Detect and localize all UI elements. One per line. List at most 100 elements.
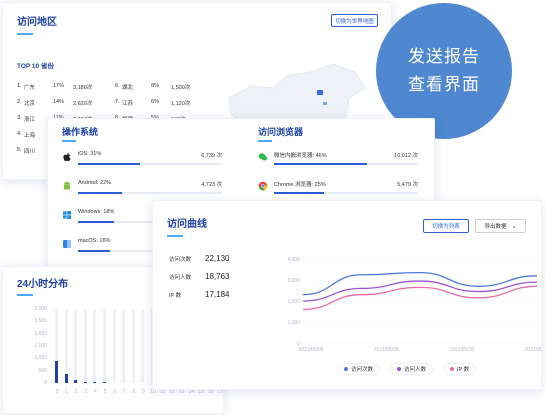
stat-value: 22,130 xyxy=(205,254,230,263)
stat-percent: 22% xyxy=(100,180,112,186)
province-rank: 5. xyxy=(17,147,22,153)
export-data-button[interactable]: 导出数据 ⌄ xyxy=(475,219,526,233)
province-percent: 6% xyxy=(151,99,159,105)
stat-bar-track xyxy=(78,192,222,194)
stat-label: macOS: 16% xyxy=(78,238,111,244)
stat-bar-fill xyxy=(78,221,114,223)
hour-column[interactable] xyxy=(93,309,97,383)
legend-item[interactable]: IP 数 xyxy=(443,363,477,375)
province-name: 四川 xyxy=(24,149,36,155)
hour-column[interactable] xyxy=(83,309,87,383)
stat-name: Andriod xyxy=(78,180,97,186)
province-row: 7. 江苏 6% 1,120次 xyxy=(115,99,205,109)
hour-column[interactable] xyxy=(141,309,145,383)
hour-bar xyxy=(83,381,87,383)
stat-bar-fill xyxy=(274,163,367,165)
stat-count: 4,723 次 xyxy=(201,182,222,188)
province-name: 上海 xyxy=(24,133,36,139)
stat-row[interactable]: 微信内嵌浏览器: 46% 10,012 次 xyxy=(258,149,418,169)
y-tick-label: 2,500 xyxy=(34,318,47,325)
legend-item[interactable]: 访问人数 xyxy=(390,363,434,375)
stat-label: 访问人数 xyxy=(169,275,192,281)
stat-percent: 25% xyxy=(314,182,326,188)
province-name: 江苏 xyxy=(122,101,134,107)
x-tick-label: 0 xyxy=(55,389,59,395)
hourly-title-underline xyxy=(17,294,33,296)
stat-label: 访问次数 xyxy=(169,257,192,263)
world-map-button[interactable]: 切换为世界地图 xyxy=(331,14,378,27)
stat-label: iOS: 31% xyxy=(78,151,102,157)
chevron-down-icon: ⌄ xyxy=(511,223,517,230)
highlight-region xyxy=(323,102,327,105)
windows-icon xyxy=(62,207,72,219)
x-tick-label: 2021/05/12 xyxy=(524,347,541,353)
os-title-underline xyxy=(62,140,76,142)
chrome-icon xyxy=(258,178,268,191)
hour-column[interactable] xyxy=(55,309,58,383)
hour-bar xyxy=(55,360,58,383)
hour-column[interactable] xyxy=(131,309,135,383)
x-tick-label: 4 xyxy=(94,389,97,395)
province-percent: 14% xyxy=(53,99,65,105)
y-tick-label: 500 xyxy=(38,367,47,374)
browser-title: 访问浏览器 xyxy=(258,127,304,137)
x-tick-label: 8 xyxy=(132,389,136,395)
curve-legend: 访问次数 访问人数 IP 数 xyxy=(337,363,477,375)
os-title: 操作系统 xyxy=(62,127,99,137)
province-count: 3,180次 xyxy=(73,85,93,91)
browser-title-underline xyxy=(258,140,272,142)
province-rank: 1. xyxy=(17,83,22,89)
province-name: 浙江 xyxy=(24,117,36,123)
stat-label: IP 数 xyxy=(169,293,182,299)
highlight-region xyxy=(317,90,323,95)
hour-column[interactable] xyxy=(103,309,106,383)
curve-title: 访问曲线 xyxy=(167,219,207,230)
province-percent: 17% xyxy=(53,83,65,89)
stat-bar-track xyxy=(274,163,418,165)
switch-to-list-button[interactable]: 切换为列表 xyxy=(423,219,469,233)
stat-percent: 46% xyxy=(315,153,327,159)
y-tick-label: 3,000 xyxy=(287,278,300,284)
y-tick-label: 2,000 xyxy=(287,299,300,305)
stat-count: 6,739 次 xyxy=(201,153,222,159)
stat-count: 5,479 次 xyxy=(397,182,418,188)
stat-row[interactable]: Andriod: 22% 4,723 次 xyxy=(62,178,222,198)
province-name: 湖北 xyxy=(122,85,134,91)
province-name: 广东 xyxy=(24,85,36,91)
top-provinces-label: TOP 10 省份 xyxy=(17,63,54,70)
apple-icon xyxy=(62,149,72,162)
province-row: 6. 湖北 8% 1,500次 xyxy=(115,83,205,93)
region-title-underline xyxy=(17,33,33,35)
stat-percent: 18% xyxy=(103,209,115,215)
legend-dot-icon xyxy=(450,367,455,371)
stat-row[interactable]: iOS: 31% 6,739 次 xyxy=(62,149,222,169)
curve-chart: 4,0003,0002,0001,00002021/05/06 2021/05/0… xyxy=(287,257,541,353)
stat-name: iOS xyxy=(78,151,88,157)
province-count: 1,120次 xyxy=(171,101,191,107)
x-tick-label: 2 xyxy=(74,389,78,395)
province-rank: 2. xyxy=(17,99,22,105)
stat-row[interactable]: Chrome 浏览器: 25% 5,479 次 xyxy=(258,178,418,198)
curve-card: 访问曲线 切换为列表 导出数据 ⌄ 访问次数 22,130 访问人数 18,763 IP… xyxy=(152,200,542,390)
stat-value: 18,763 xyxy=(205,272,230,281)
y-tick-label: 1,000 xyxy=(287,320,300,326)
x-tick-label: 2021/05/10 xyxy=(449,347,474,353)
stat-name: Chrome 浏览器 xyxy=(274,182,312,188)
hour-column[interactable] xyxy=(64,309,68,383)
stat-label: 微信内嵌浏览器: 46% xyxy=(274,153,327,159)
legend-item[interactable]: 访问次数 xyxy=(337,363,381,375)
hour-column[interactable] xyxy=(122,309,126,383)
stat-name: Windows xyxy=(78,209,101,215)
province-rank: 6. xyxy=(115,83,120,89)
province-rank: 4. xyxy=(17,131,22,137)
x-tick-label: 5 xyxy=(103,389,107,395)
stat-bar-fill xyxy=(274,192,324,194)
stat-bar-fill xyxy=(78,250,110,252)
y-tick-label: 3,000 xyxy=(34,306,47,312)
stat-percent: 16% xyxy=(99,238,111,244)
hour-column[interactable] xyxy=(112,309,116,383)
hour-column[interactable] xyxy=(74,309,78,383)
curve-title-underline xyxy=(167,235,183,237)
stat-label: Andriod: 22% xyxy=(78,180,112,186)
export-data-label: 导出数据 xyxy=(484,224,507,230)
